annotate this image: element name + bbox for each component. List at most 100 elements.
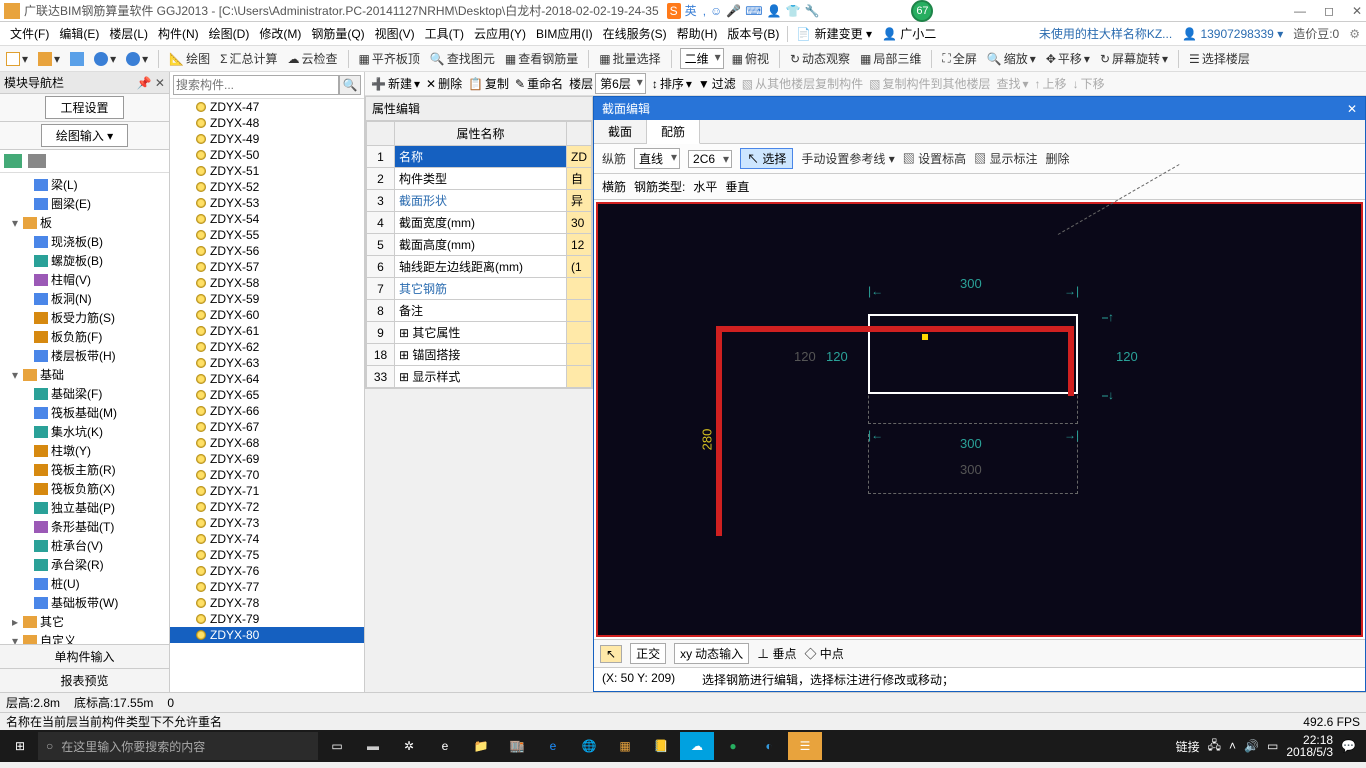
st-copyto[interactable]: ▧ 复制构件到其他楼层 — [869, 75, 990, 92]
redo-button[interactable]: ▾ — [124, 51, 150, 67]
select-floor-button[interactable]: ☰ 选择楼层 — [1187, 49, 1252, 68]
fb-tool[interactable]: ↖ — [600, 645, 622, 663]
app-icon-2[interactable]: ✲ — [392, 732, 426, 760]
list-item[interactable]: ZDYX-76 — [170, 563, 364, 579]
list-item[interactable]: ZDYX-63 — [170, 355, 364, 371]
list-item[interactable]: ZDYX-56 — [170, 243, 364, 259]
fb-zhongdian[interactable]: ◇ 中点 — [804, 645, 843, 662]
dd-value[interactable]: 2C6 — [688, 150, 732, 168]
menu-version[interactable]: 版本号(B) — [723, 23, 783, 44]
list-item[interactable]: ZDYX-47 — [170, 99, 364, 115]
maximize-icon[interactable]: ◻ — [1324, 4, 1334, 18]
list-item[interactable]: ZDYX-61 — [170, 323, 364, 339]
zoom-button[interactable]: 🔍 缩放 ▾ — [985, 49, 1038, 68]
tray-clock[interactable]: 22:182018/5/3 — [1286, 734, 1333, 758]
tree-item[interactable]: 筏板主筋(R) — [4, 460, 167, 479]
list-item[interactable]: ZDYX-57 — [170, 259, 364, 275]
list-item[interactable]: ZDYX-62 — [170, 339, 364, 355]
list-item[interactable]: ZDYX-80 — [170, 627, 364, 643]
app-icon-11[interactable]: ● — [716, 732, 750, 760]
st-rename[interactable]: ✎重命名 — [515, 75, 563, 92]
tree-item[interactable]: 柱墩(Y) — [4, 441, 167, 460]
prop-row[interactable]: 4截面宽度(mm)30 — [367, 212, 592, 234]
st-new[interactable]: ➕新建 ▾ — [371, 75, 420, 92]
save-button[interactable] — [68, 51, 86, 67]
find-button[interactable]: 🔍 查找图元 — [428, 49, 497, 68]
tree-item[interactable]: 桩承台(V) — [4, 536, 167, 555]
btn-select[interactable]: ↖ 选择 — [740, 148, 793, 169]
bottom-tab-2[interactable]: 报表预览 — [0, 668, 169, 692]
st-filter[interactable]: ▼过滤 — [698, 75, 736, 92]
bottom-tab-1[interactable]: 单构件输入 — [0, 644, 169, 668]
prop-row[interactable]: 2构件类型自 — [367, 168, 592, 190]
list-item[interactable]: ZDYX-69 — [170, 451, 364, 467]
tray-notif-icon[interactable]: 💬 — [1341, 739, 1356, 753]
dd-zhixian[interactable]: 直线 — [634, 148, 680, 169]
list-item[interactable]: ZDYX-75 — [170, 547, 364, 563]
prop-row[interactable]: 9⊞ 其它属性 — [367, 322, 592, 344]
phone-label[interactable]: 👤 13907298339 ▾ — [1182, 27, 1283, 41]
tree-item[interactable]: 基础梁(F) — [4, 384, 167, 403]
app-icon-5[interactable]: 🏬 — [500, 732, 534, 760]
tree-item[interactable]: 现浇板(B) — [4, 232, 167, 251]
pin-icon[interactable]: 📌 ✕ — [137, 76, 165, 90]
tree-item[interactable]: 桩(U) — [4, 574, 167, 593]
app-icon-13[interactable]: ☰ — [788, 732, 822, 760]
prop-row[interactable]: 3截面形状异 — [367, 190, 592, 212]
tree-item[interactable]: 板负筋(F) — [4, 327, 167, 346]
app-icon-10[interactable]: ☁ — [680, 732, 714, 760]
tree-item[interactable]: 柱帽(V) — [4, 270, 167, 289]
sum-button[interactable]: Σ 汇总计算 — [218, 49, 279, 68]
open-button[interactable]: ▾ — [36, 51, 62, 67]
btn-biaogao[interactable]: ▧ 设置标高 — [903, 150, 966, 167]
draw-button[interactable]: 📐绘图 — [167, 49, 212, 68]
prop-row[interactable]: 5截面高度(mm)12 — [367, 234, 592, 256]
prop-row[interactable]: 1名称ZD — [367, 146, 592, 168]
tree-item[interactable]: 板洞(N) — [4, 289, 167, 308]
st-up[interactable]: ↑上移 — [1035, 75, 1067, 92]
app-icon-12[interactable]: ◐ — [752, 732, 786, 760]
prop-row[interactable]: 18⊞ 锚固搭接 — [367, 344, 592, 366]
menu-help[interactable]: 帮助(H) — [673, 23, 722, 44]
tree-item[interactable]: 集水坑(K) — [4, 422, 167, 441]
search-button[interactable]: 🔍 — [339, 75, 361, 95]
list-item[interactable]: ZDYX-78 — [170, 595, 364, 611]
list-item[interactable]: ZDYX-71 — [170, 483, 364, 499]
pan-button[interactable]: ✥ 平移 ▾ — [1044, 49, 1092, 68]
app-icon-7[interactable]: 🌐 — [572, 732, 606, 760]
btn-xianshi[interactable]: ▧ 显示标注 — [974, 150, 1037, 167]
list-item[interactable]: ZDYX-77 — [170, 579, 364, 595]
fb-zhengjiao[interactable]: 正交 — [630, 643, 666, 664]
list-item[interactable]: ZDYX-72 — [170, 499, 364, 515]
tab-rebar[interactable]: 配筋 — [647, 120, 700, 144]
local-3d-button[interactable]: ▦ 局部三维 — [858, 49, 923, 68]
rotate-button[interactable]: ↻ 屏幕旋转 ▾ — [1098, 49, 1170, 68]
list-item[interactable]: ZDYX-66 — [170, 403, 364, 419]
cloud-check-button[interactable]: ☁ 云检查 — [286, 49, 340, 68]
app-icon-9[interactable]: 📒 — [644, 732, 678, 760]
st-sort[interactable]: ↕排序 ▾ — [652, 75, 692, 92]
tray-vol-icon[interactable]: 🔊 — [1244, 739, 1259, 753]
view-2d-dropdown[interactable]: 二维 — [680, 48, 724, 69]
tree-item[interactable]: 筏板负筋(X) — [4, 479, 167, 498]
menu-edit[interactable]: 编辑(E) — [55, 23, 103, 44]
fb-chuidian[interactable]: ⊥ 垂点 — [757, 645, 796, 662]
st-find[interactable]: 查找 ▾ — [997, 75, 1029, 92]
st-down[interactable]: ↓下移 — [1073, 75, 1105, 92]
settings-icon[interactable]: ⚙ — [1349, 27, 1360, 41]
tree-foundation[interactable]: ▾基础 — [4, 365, 167, 384]
list-item[interactable]: ZDYX-58 — [170, 275, 364, 291]
btn-vertical[interactable]: 垂直 — [725, 178, 749, 195]
new-change-button[interactable]: 📄 新建变更 ▾ — [792, 23, 876, 44]
tree-other[interactable]: ▸其它 — [4, 612, 167, 631]
tray-up-icon[interactable]: ˄ — [1229, 739, 1236, 753]
user-badge[interactable]: 👤 广小二 — [878, 23, 940, 44]
warn-link[interactable]: 未使用的柱大样名称KZ... — [1039, 25, 1172, 42]
fb-dongtai[interactable]: xy 动态输入 — [674, 643, 749, 664]
list-item[interactable]: ZDYX-55 — [170, 227, 364, 243]
top-view-button[interactable]: ▦ 俯视 — [730, 49, 771, 68]
list-item[interactable]: ZDYX-67 — [170, 419, 364, 435]
ime-lang[interactable]: 英 — [685, 2, 697, 19]
list-item[interactable]: ZDYX-53 — [170, 195, 364, 211]
search-input[interactable] — [173, 75, 339, 95]
